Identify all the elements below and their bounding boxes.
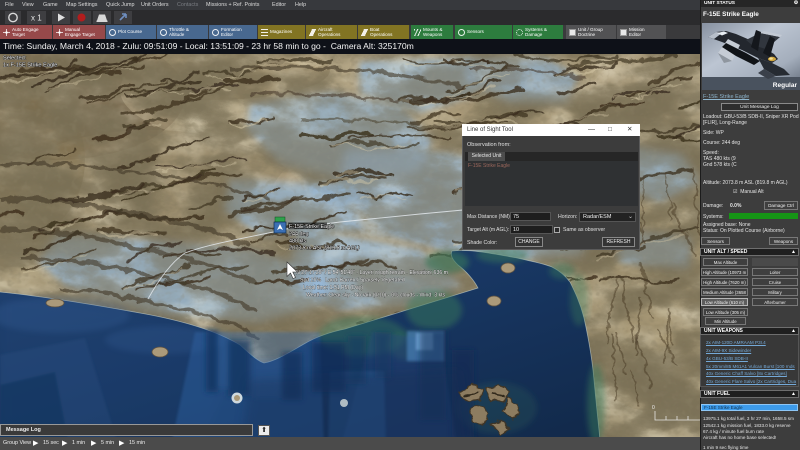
svg-text:Local time: 1:51 PM (Day): Local time: 1:51 PM (Day) (303, 285, 363, 291)
svg-text:2073.8 m ASL (819.8 m AGL): 2073.8 m ASL (819.8 m AGL) (288, 246, 360, 252)
svg-text:480 kts: 480 kts (289, 239, 307, 245)
svg-text:F-15E Strike Eagle: F-15E Strike Eagle (289, 224, 334, 230)
svg-text:Regular: Regular (773, 82, 798, 89)
svg-text:0: 0 (652, 405, 655, 411)
svg-text:N 27°17'29" / E 54°51'40" - La: N 27°17'29" / E 54°51'40" - Layer: rough… (296, 270, 448, 276)
svg-text:1x F-15E Strike Eagle: 1x F-15E Strike Eagle (3, 63, 57, 69)
svg-text:x 1: x 1 (31, 14, 42, 23)
svg-text:244 deg: 244 deg (289, 232, 309, 238)
svg-text:Weather: Clear sky - No rain (: Weather: Clear sky - No rain (0/10) - 0%… (306, 293, 446, 299)
svg-text:Selected:: Selected: (3, 56, 27, 62)
svg-text:Spd 26% Land: Barren / Spars: Spd 26% Land: Barren / Sparsely Vegetate… (300, 278, 405, 284)
